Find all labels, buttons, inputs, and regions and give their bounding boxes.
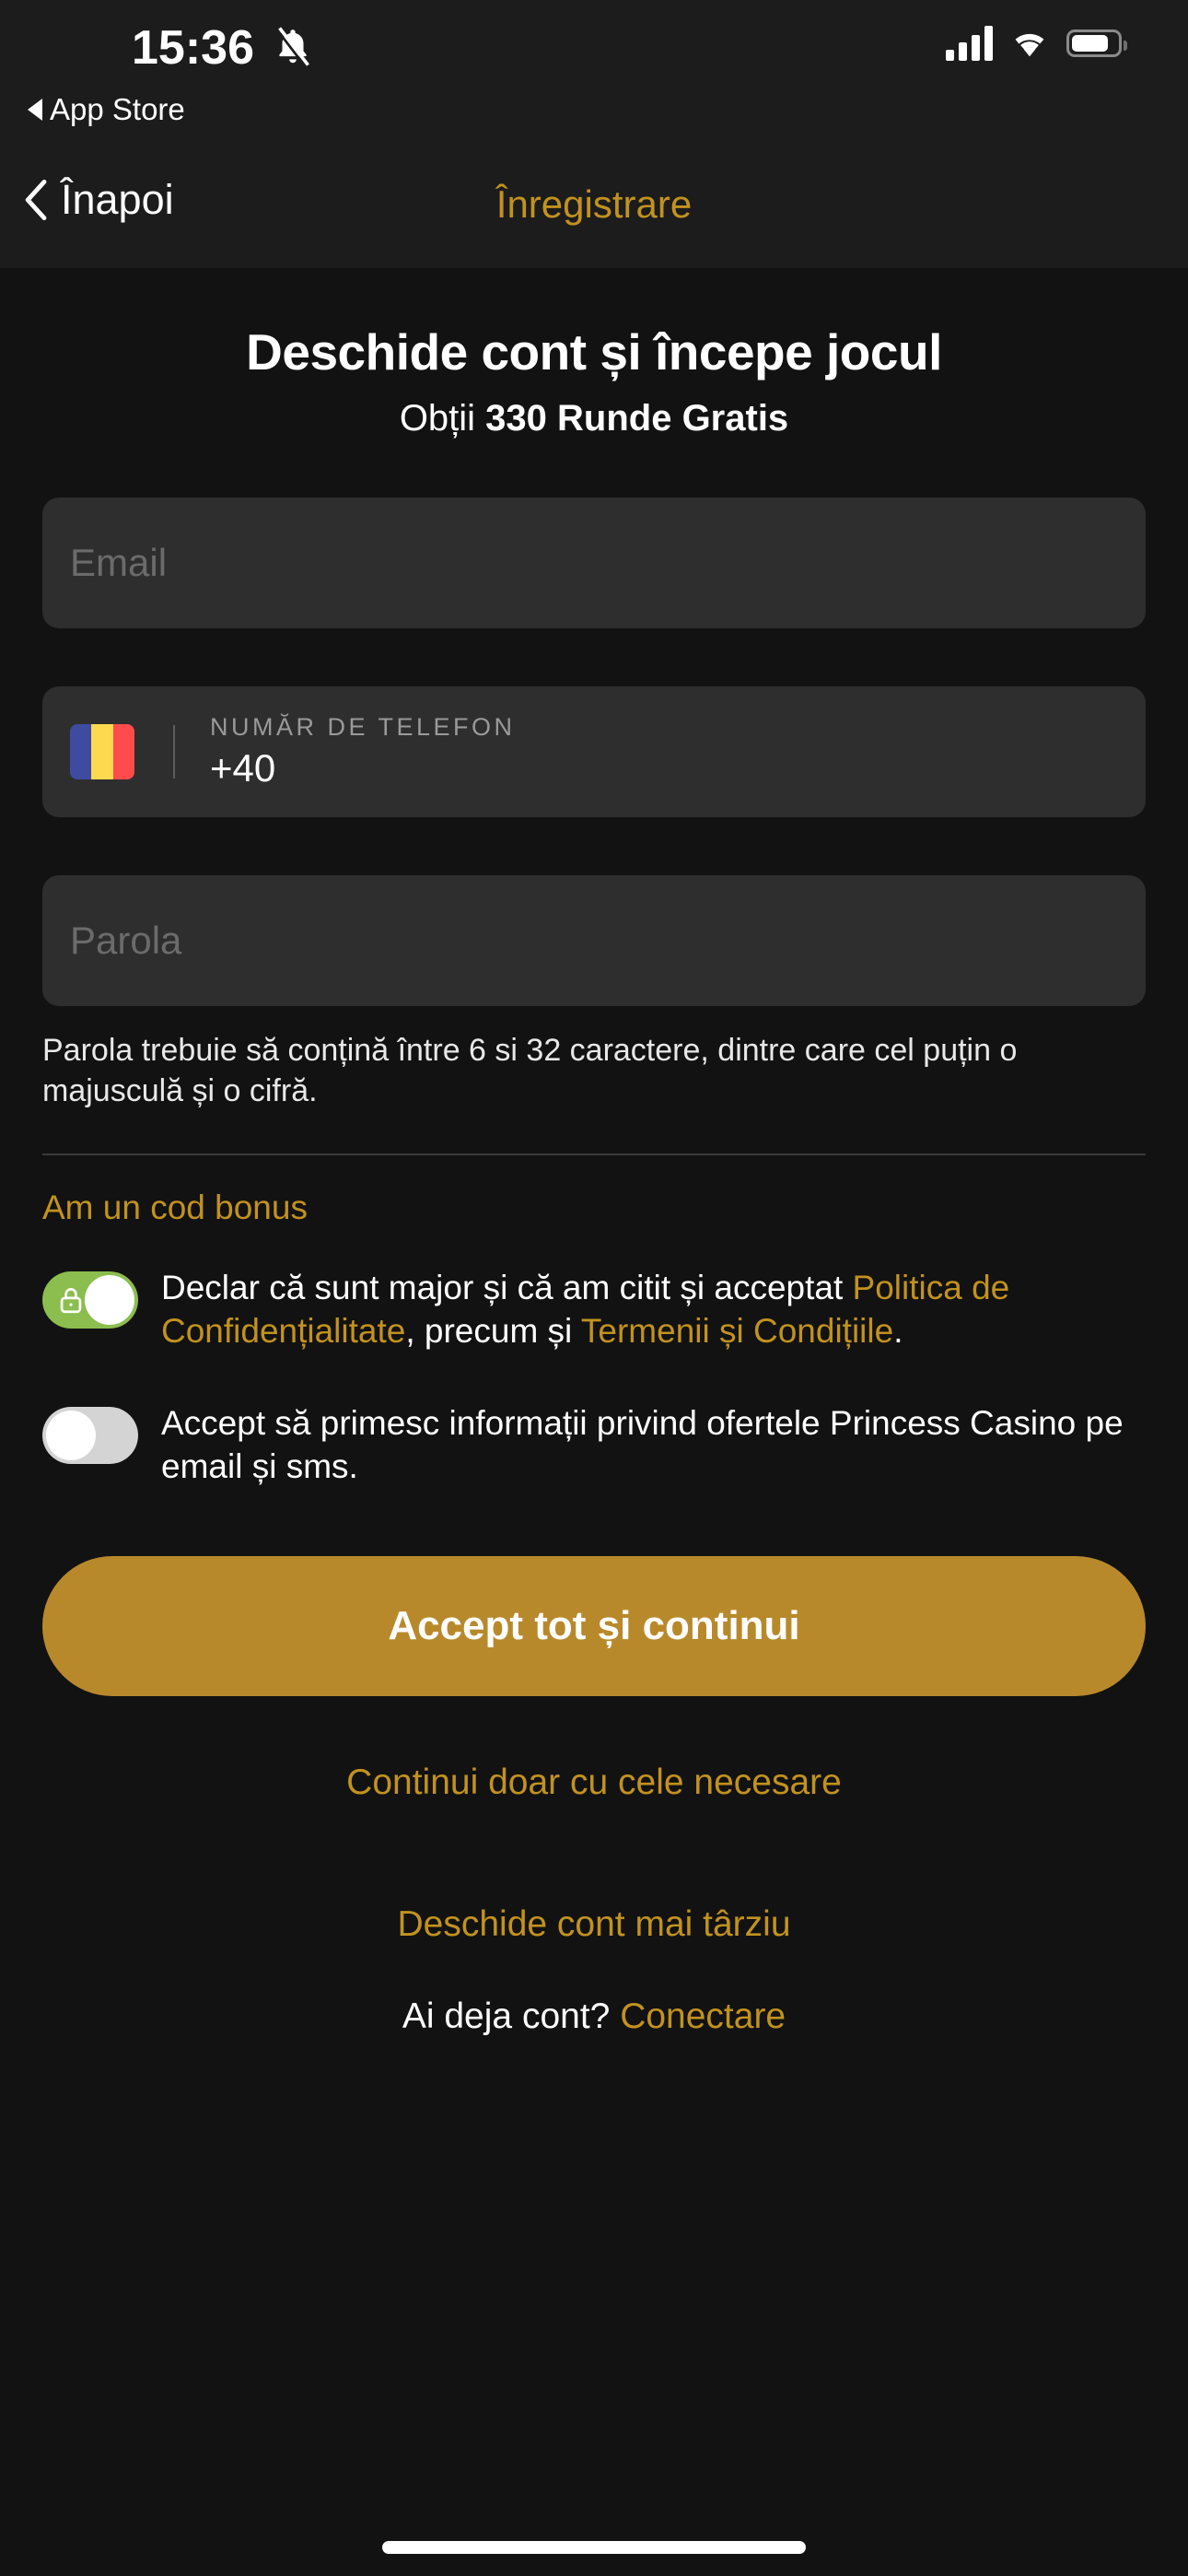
registration-form: Deschide cont și începe jocul Obții 330 … (0, 268, 1188, 2038)
headline: Deschide cont și începe jocul (246, 323, 942, 381)
phone-field-label: NUMĂR DE TELEFON (210, 713, 516, 742)
return-app-label: App Store (50, 92, 185, 126)
login-prompt-row: Ai deja cont? Conectare (0, 1996, 1188, 2037)
accept-all-label: Accept tot și continui (388, 1603, 800, 1649)
accept-all-button[interactable]: Accept tot și continui (42, 1556, 1146, 1697)
battery-icon (1066, 29, 1127, 57)
consent-row-marketing: Accept să primesc informații privind ofe… (0, 1401, 1188, 1489)
password-placeholder: Parola (70, 919, 182, 962)
continue-necessary-only-link[interactable]: Continui doar cu cele necesare (0, 1762, 1188, 1803)
subheadline-bonus: 330 Runde Gratis (485, 398, 789, 439)
romania-flag-icon (70, 724, 134, 779)
login-link[interactable]: Conectare (620, 1996, 786, 2036)
terms-toggle[interactable] (42, 1271, 138, 1329)
lock-icon (60, 1288, 82, 1314)
marketing-consent-text: Accept să primesc informații privind ofe… (161, 1403, 1124, 1486)
marketing-toggle[interactable] (42, 1406, 138, 1464)
terms-text-1: Declar că sunt major și că am citit și a… (161, 1269, 853, 1307)
return-to-app-store-button[interactable]: App Store (28, 92, 185, 127)
bell-slash-icon (275, 27, 309, 68)
status-bar-clock: 15:36 (132, 21, 254, 75)
status-bar: 15:36 App Store (0, 0, 1188, 147)
phone-dial-code: +40 (210, 745, 276, 790)
back-triangle-icon (28, 99, 42, 121)
login-prompt-text: Ai deja cont? (402, 1996, 621, 2037)
terms-consent-text: Declar că sunt major și că am citit și a… (161, 1266, 1146, 1353)
terms-toggle-knob (85, 1275, 134, 1326)
bonus-code-link[interactable]: Am un cod bonus (0, 1188, 350, 1227)
consent-row-terms: Declar că sunt major și că am citit și a… (0, 1266, 1188, 1353)
wifi-icon (1015, 33, 1044, 57)
password-field[interactable]: Parola (42, 875, 1146, 1006)
phone-field[interactable]: NUMĂR DE TELEFON +40 (42, 686, 1146, 817)
fields-container: Email NUMĂR DE TELEFON +40 Parola (0, 498, 1188, 1006)
email-field[interactable]: Email (42, 498, 1146, 628)
navigation-bar: Înapoi Înregistrare (0, 147, 1188, 268)
cellular-signal-icon (946, 26, 993, 61)
terms-text-3: . (893, 1312, 903, 1351)
status-bar-indicators (946, 26, 1127, 61)
open-account-later-link[interactable]: Deschide cont mai târziu (0, 1904, 1188, 1945)
home-indicator[interactable] (382, 2541, 806, 2554)
phone-text-group: NUMĂR DE TELEFON +40 (210, 713, 516, 790)
subheadline-prefix: Obții (399, 398, 486, 439)
terms-conditions-link[interactable]: Termenii și Condițiile (581, 1312, 893, 1350)
subheadline: Obții 330 Runde Gratis (0, 398, 1188, 439)
marketing-toggle-knob (46, 1410, 96, 1460)
password-helper-text: Parola trebuie să conțină între 6 si 32 … (42, 1033, 1018, 1108)
page-title: Înregistrare (495, 182, 693, 226)
email-placeholder: Email (70, 541, 168, 584)
phone-divider (173, 725, 175, 779)
terms-text-2: , precum și (405, 1312, 581, 1351)
phone-screen: 15:36 App Store Înapoi Înregistrare Desc… (0, 0, 1188, 2576)
